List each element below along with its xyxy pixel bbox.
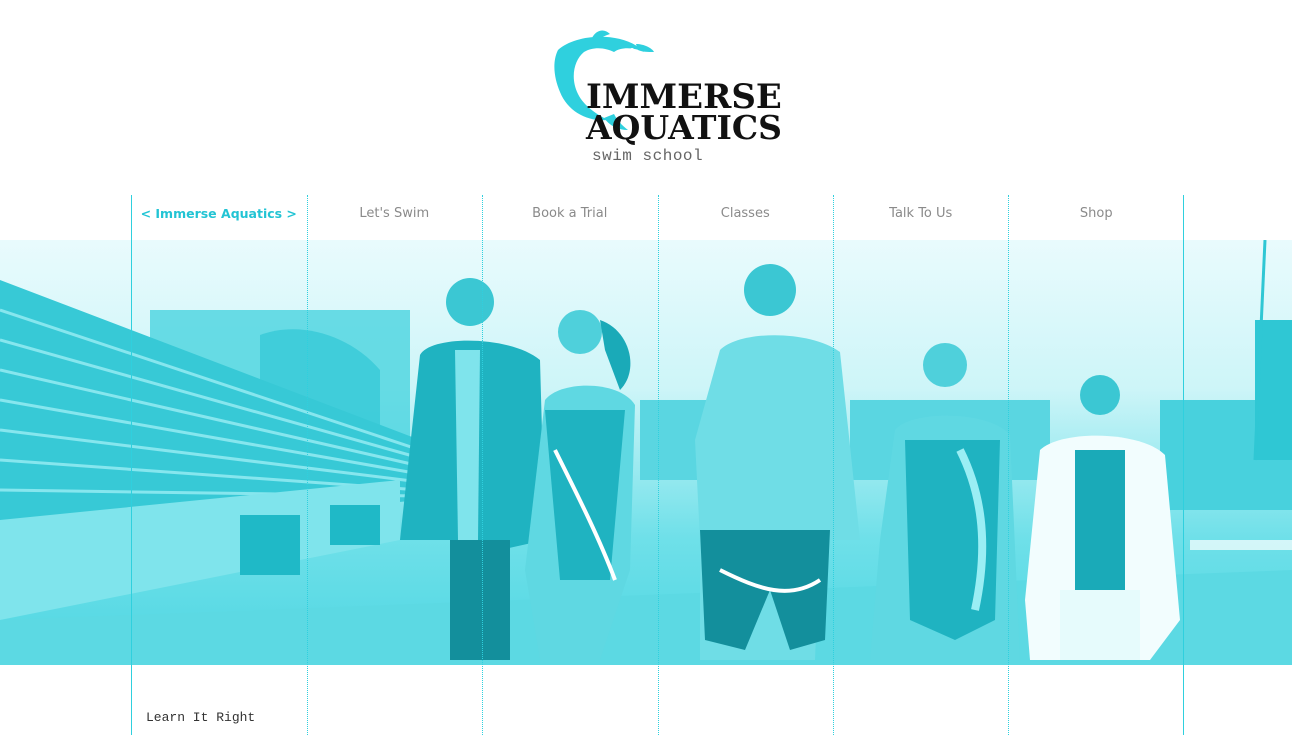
main-nav: < Immerse Aquatics > Let's Swim Book a T…	[131, 195, 1184, 240]
column-guide	[1183, 195, 1184, 735]
nav-item-lets-swim[interactable]: Let's Swim	[307, 195, 483, 240]
nav-item-classes[interactable]: Classes	[658, 195, 834, 240]
column-guide	[833, 195, 834, 735]
site-logo[interactable]: IMMERSE AQUATICS swim school	[548, 30, 798, 175]
nav-item-book-a-trial[interactable]: Book a Trial	[482, 195, 658, 240]
column-guide	[482, 195, 483, 735]
intro-heading: Learn It Right	[146, 710, 256, 725]
column-guide	[658, 195, 659, 735]
hero-image	[0, 240, 1292, 665]
nav-item-talk-to-us[interactable]: Talk To Us	[833, 195, 1009, 240]
logo-tagline: swim school	[592, 147, 704, 165]
nav-item-immerse-aquatics[interactable]: < Immerse Aquatics >	[131, 195, 307, 240]
swimmer-4	[870, 343, 1020, 660]
column-guide	[307, 195, 308, 735]
logo-title-line2: AQUATICS	[586, 108, 783, 147]
column-guide	[1008, 195, 1009, 735]
column-guide	[131, 195, 132, 735]
page: IMMERSE AQUATICS swim school < Immerse A…	[0, 0, 1292, 735]
hero-illustration	[0, 240, 1292, 665]
nav-item-shop[interactable]: Shop	[1009, 195, 1185, 240]
